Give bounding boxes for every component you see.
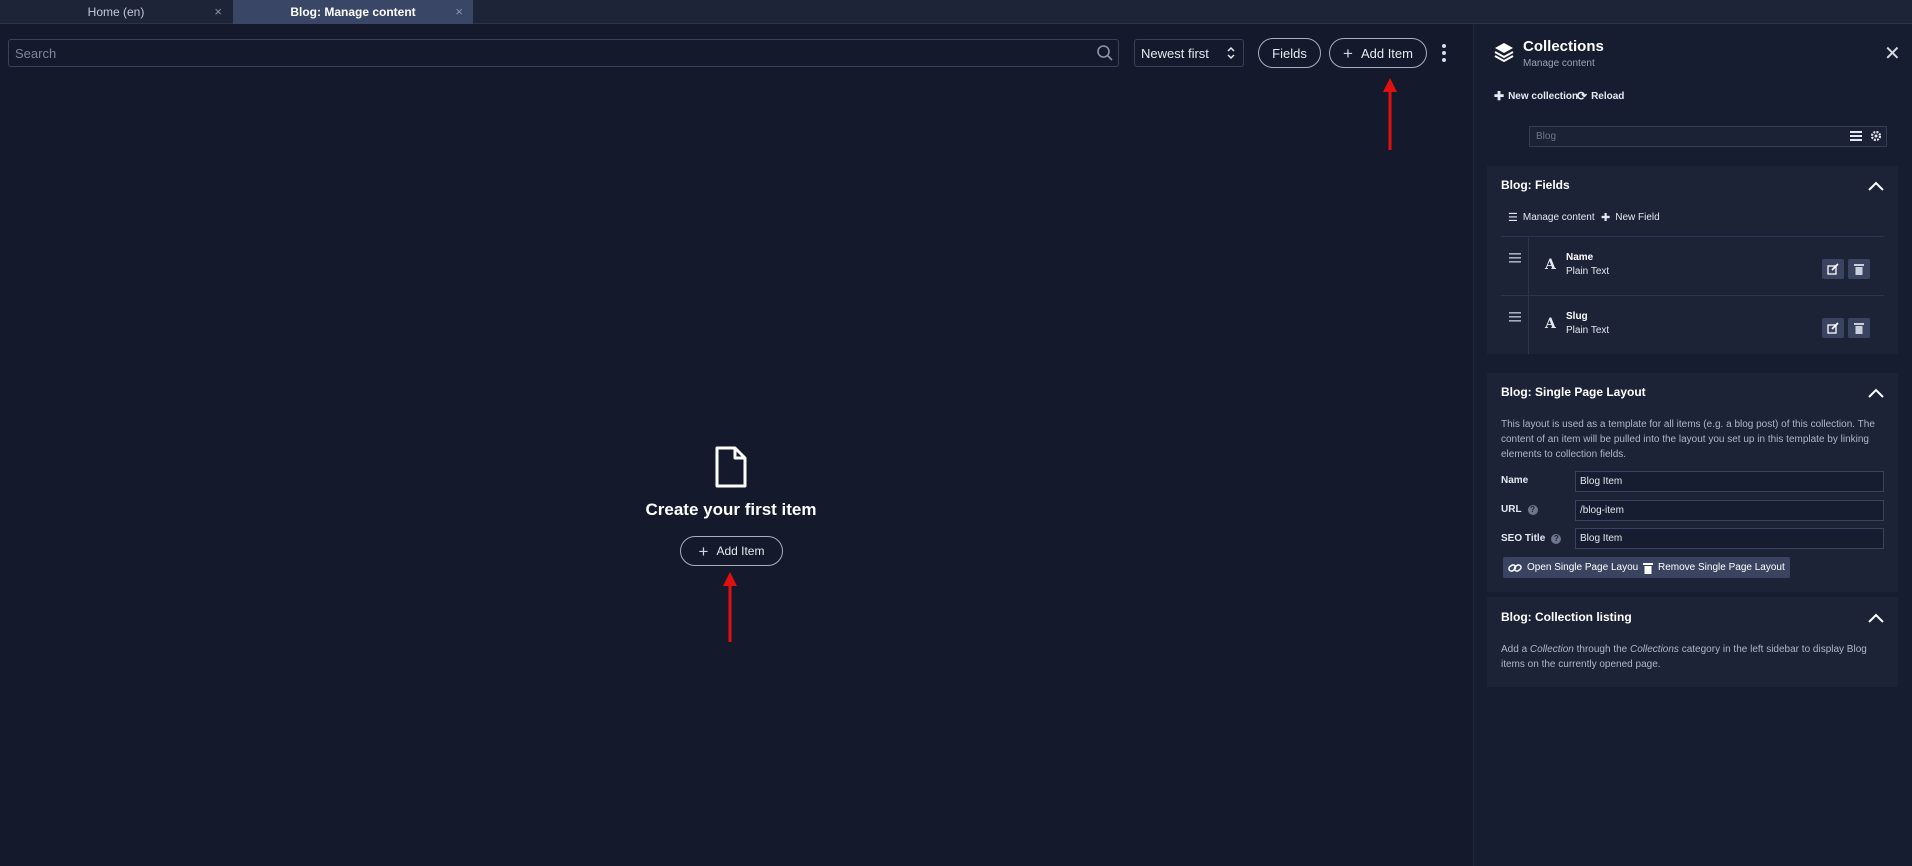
listing-desc-part: through the: [1576, 644, 1628, 655]
field-type: Plain Text: [1566, 325, 1610, 336]
fields-button[interactable]: Fields: [1258, 38, 1321, 68]
edit-icon: [1827, 263, 1839, 275]
reload-label: Reload: [1591, 90, 1625, 102]
panel-title: Collections: [1523, 38, 1604, 55]
manage-content-label: Manage content: [1522, 212, 1595, 223]
listing-desc-collections: Collections: [1630, 644, 1679, 655]
help-icon[interactable]: ?: [1551, 533, 1562, 544]
trash-icon: [1643, 562, 1653, 574]
search-input[interactable]: [8, 39, 1119, 67]
updown-arrows-icon: [1227, 46, 1235, 60]
layout-section-title: Blog: Single Page Layout: [1501, 385, 1646, 399]
plus-icon: ✚: [1494, 89, 1505, 103]
trash-icon: [1854, 323, 1864, 334]
fields-section-title: Blog: Fields: [1501, 178, 1570, 192]
new-collection-label: New collection: [1508, 90, 1579, 102]
layout-name-input[interactable]: [1575, 471, 1884, 492]
text-type-icon: A: [1545, 316, 1556, 332]
field-type: Plain Text: [1566, 266, 1610, 277]
listing-desc-collection: Collection: [1529, 644, 1574, 655]
help-icon[interactable]: ?: [1527, 504, 1538, 515]
edit-field-button[interactable]: [1822, 259, 1844, 279]
chevron-up-icon[interactable]: [1868, 613, 1884, 623]
layout-seo-title-input[interactable]: [1575, 528, 1884, 549]
field-row[interactable]: A Name Plain Text: [1501, 236, 1884, 295]
list-icon[interactable]: [1850, 130, 1862, 142]
panel-subtitle: Manage content: [1523, 58, 1595, 69]
tab-home[interactable]: Home (en) ×: [0, 0, 232, 24]
plus-icon: +: [698, 541, 709, 561]
reload-button[interactable]: ⟳ Reload: [1577, 89, 1624, 103]
sort-select[interactable]: Newest first: [1134, 39, 1244, 67]
fields-button-label: Fields: [1272, 45, 1307, 61]
layout-url-input[interactable]: [1575, 500, 1884, 521]
divider: [1528, 237, 1529, 295]
new-field-label: New Field: [1615, 212, 1660, 223]
listing-desc-part: Add a: [1501, 644, 1528, 655]
delete-field-button[interactable]: [1848, 259, 1870, 279]
annotation-arrow-icon: [723, 572, 737, 642]
link-icon: [1508, 563, 1522, 572]
field-name: Name: [1566, 252, 1594, 263]
chevron-up-icon[interactable]: [1868, 388, 1884, 398]
plus-icon: ✚: [1601, 212, 1611, 224]
edit-icon: [1827, 322, 1839, 334]
collection-name: Blog: [1536, 131, 1557, 142]
tab-home-label: Home (en): [87, 5, 145, 19]
seo-title-label: SEO Title ?: [1501, 533, 1562, 544]
add-item-center-label: Add Item: [716, 544, 765, 558]
more-options-icon[interactable]: [1438, 41, 1450, 65]
document-icon: [715, 446, 747, 488]
url-label-text: URL: [1501, 504, 1522, 515]
remove-single-page-layout-button[interactable]: Remove Single Page Layout: [1638, 557, 1790, 578]
listing-section-title: Blog: Collection listing: [1501, 610, 1632, 624]
open-single-page-layout-button[interactable]: Open Single Page Layout: [1503, 557, 1646, 578]
gear-icon[interactable]: [1870, 130, 1882, 142]
sort-value: Newest first: [1141, 45, 1209, 61]
collection-item-blog[interactable]: Blog: [1529, 126, 1887, 147]
tab-bar: Home (en) × Blog: Manage content ×: [0, 0, 1912, 24]
tab-blog-manage-content[interactable]: Blog: Manage content ×: [233, 0, 473, 24]
manage-content-link[interactable]: ☰ Manage content: [1508, 211, 1595, 224]
edit-field-button[interactable]: [1822, 318, 1844, 338]
add-item-center-button[interactable]: + Add Item: [680, 536, 783, 566]
layers-icon: [1494, 43, 1514, 63]
chevron-up-icon[interactable]: [1868, 181, 1884, 191]
field-row[interactable]: A Slug Plain Text: [1501, 295, 1884, 354]
close-icon[interactable]: ×: [214, 4, 222, 19]
drag-handle-icon[interactable]: [1509, 312, 1521, 322]
seo-label-text: SEO Title: [1501, 533, 1546, 544]
add-item-label: Add Item: [1360, 45, 1413, 61]
trash-icon: [1854, 264, 1864, 275]
name-label: Name: [1501, 475, 1528, 486]
close-icon[interactable]: ×: [455, 4, 463, 19]
close-icon[interactable]: ✕: [1884, 44, 1901, 64]
text-type-icon: A: [1545, 257, 1556, 273]
name-label-text: Name: [1501, 475, 1529, 486]
new-collection-button[interactable]: ✚ New collection: [1494, 89, 1578, 103]
delete-field-button[interactable]: [1848, 318, 1870, 338]
url-label: URL ?: [1501, 504, 1538, 515]
tab-blog-label: Blog: Manage content: [290, 5, 416, 19]
add-item-button[interactable]: + Add Item: [1329, 38, 1427, 68]
open-layout-label: Open Single Page Layout: [1527, 562, 1641, 573]
new-field-link[interactable]: ✚ New Field: [1601, 211, 1660, 224]
search-icon[interactable]: [1096, 44, 1114, 62]
list-icon: ☰: [1508, 212, 1518, 224]
field-name: Slug: [1566, 311, 1588, 322]
empty-state-title: Create your first item: [645, 500, 817, 519]
listing-description: Add a Collection through the Collections…: [1501, 642, 1891, 672]
layout-description: This layout is used as a template for al…: [1501, 419, 1875, 460]
annotation-arrow-icon: [1383, 78, 1397, 150]
drag-handle-icon[interactable]: [1509, 253, 1521, 263]
remove-layout-label: Remove Single Page Layout: [1658, 562, 1785, 573]
divider: [1528, 296, 1529, 354]
plus-icon: +: [1343, 43, 1353, 63]
reload-icon: ⟳: [1577, 89, 1588, 103]
